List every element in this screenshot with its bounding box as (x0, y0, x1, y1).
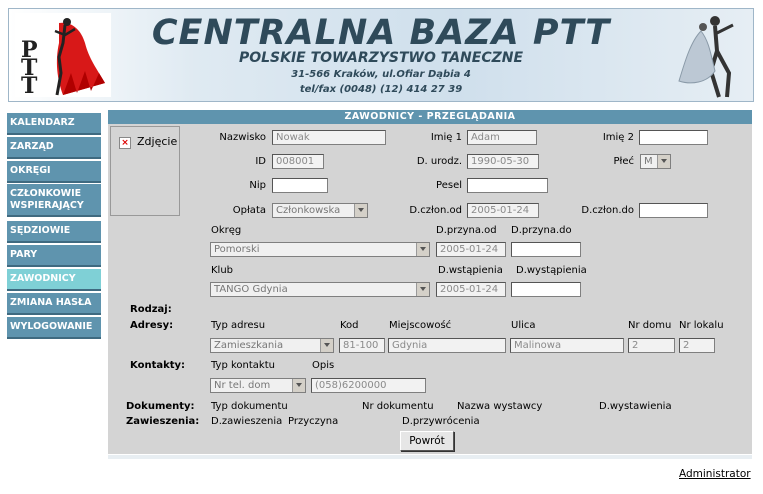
kontakty-label: Kontakty: (130, 360, 186, 371)
plec-label: Płeć (613, 156, 634, 167)
miejscowosc-field[interactable]: Gdynia (388, 338, 506, 353)
nazwisko-label: Nazwisko (219, 132, 266, 143)
nr-lokalu-field[interactable]: 2 (679, 338, 715, 353)
dokumenty-header-data: D.wystawienia (599, 401, 672, 412)
dprzynado-label: D.przyna.do (511, 225, 572, 236)
back-button[interactable]: Powrót (400, 431, 454, 451)
nip-field[interactable] (272, 178, 328, 193)
dprzynaod-label: D.przyna.od (436, 225, 497, 236)
plec-select[interactable]: M (640, 154, 671, 169)
dczlonod-field[interactable]: 2005-01-24 (467, 203, 539, 218)
zawieszenia-header-przyczyna: Przyczyna (288, 416, 339, 427)
okreg-label: Okręg (211, 225, 242, 236)
kontakty-header-typ: Typ kontaktu (211, 360, 275, 371)
dwystapienia-field[interactable] (511, 282, 581, 297)
adresy-header-ulica: Ulica (511, 320, 536, 331)
zawieszenia-header-przywrocenia: D.przywrócenia (402, 416, 480, 427)
chevron-down-icon (416, 283, 429, 296)
pesel-field[interactable] (467, 178, 548, 193)
oplata-label: Opłata (232, 205, 266, 216)
menu-item-zawodnicy[interactable]: ZAWODNICY (7, 269, 101, 291)
adresy-header-typ: Typ adresu (211, 320, 266, 331)
menu-item-pary[interactable]: PARY (7, 245, 101, 267)
dancers-icon (678, 16, 734, 98)
dokumenty-label: Dokumenty: (126, 401, 195, 412)
menu-item-wylogowanie[interactable]: WYLOGOWANIE (7, 317, 101, 339)
id-label: ID (255, 156, 266, 167)
dokumenty-header-wystawca: Nazwa wystawcy (457, 401, 543, 412)
dczlondo-field[interactable] (639, 203, 708, 218)
klub-select[interactable]: TANGO Gdynia (210, 282, 430, 297)
site-phone: tel/fax (0048) (12) 414 27 39 (299, 84, 463, 95)
pesel-label: Pesel (436, 180, 462, 191)
user-link[interactable]: Administrator (679, 468, 751, 480)
broken-image-icon: × (119, 137, 131, 149)
site-title: CENTRALNA BAZA PTT (151, 13, 611, 53)
imie1-label: Imię 1 (430, 132, 462, 143)
durodz-label: D. urodz. (416, 156, 462, 167)
adresy-header-nr-domu: Nr domu (628, 320, 672, 331)
rodzaj-label: Rodzaj: (130, 304, 172, 315)
menu-item-kalendarz[interactable]: KALENDARZ (7, 113, 101, 135)
dprzynaod-field[interactable]: 2005-01-24 (436, 242, 506, 257)
menu-item-okregi[interactable]: OKRĘGI (7, 161, 101, 183)
nazwisko-field[interactable]: Nowak (272, 130, 386, 145)
chevron-down-icon (354, 204, 367, 217)
menu-item-sedziowie[interactable]: SĘDZIOWIE (7, 221, 101, 243)
dokumenty-header-nr: Nr dokumentu (362, 401, 434, 412)
kod-field[interactable]: 81-100 (339, 338, 385, 353)
durodz-field[interactable]: 1990-05-30 (467, 154, 539, 169)
kontakty-header-opis: Opis (312, 360, 335, 371)
menu-item-zarzad[interactable]: ZARZĄD (7, 137, 101, 159)
zawieszenia-header-data: D.zawieszenia (211, 416, 283, 427)
photo-label: Zdjęcie (137, 135, 178, 148)
photo-box: × Zdjęcie (110, 126, 180, 216)
typ-adresu-select[interactable]: Zamieszkania (210, 338, 334, 353)
imie1-field[interactable]: Adam (467, 130, 537, 145)
chevron-down-icon (292, 379, 305, 392)
dprzynado-field[interactable] (511, 242, 581, 257)
menu-item-czlonkowie-wspierajacy[interactable]: CZŁONKOWIE WSPIERAJĄCY (7, 184, 101, 217)
chevron-down-icon (657, 155, 670, 168)
dwystapienia-label: D.wystąpienia (516, 265, 587, 276)
main-panel: ZAWODNICY - PRZEGLĄDANIA × Zdjęcie Nazwi… (108, 110, 752, 454)
ulica-field[interactable]: Malinowa (510, 338, 624, 353)
site-address: 31-566 Kraków, ul.Ofiar Dąbia 4 (291, 69, 471, 80)
chevron-down-icon (320, 339, 333, 352)
imie2-field[interactable] (639, 130, 708, 145)
okreg-select[interactable]: Pomorski (210, 242, 430, 257)
dczlonod-label: D.człon.od (409, 205, 462, 216)
adresy-header-kod: Kod (340, 320, 359, 331)
header-banner: P T T CENTRALNA BAZA PTT POLSKIE TOWARZY… (8, 8, 754, 102)
chevron-down-icon (416, 243, 429, 256)
zawieszenia-label: Zawieszenia: (126, 416, 200, 427)
dwstapienia-label: D.wstąpienia (438, 265, 503, 276)
dokumenty-header-typ: Typ dokumentu (211, 401, 288, 412)
adresy-label: Adresy: (130, 320, 174, 331)
oplata-select[interactable]: Członkowska (272, 203, 368, 218)
adresy-header-miejscowosc: Miejscowość (389, 320, 452, 331)
panel-bottom-divider (108, 455, 752, 459)
typ-kontaktu-select[interactable]: Nr tel. dom (210, 378, 306, 393)
adresy-header-nr-lokalu: Nr lokalu (679, 320, 724, 331)
opis-kontaktu-field[interactable]: (058)6200000 (311, 378, 426, 393)
dwstapienia-field[interactable]: 2005-01-24 (436, 282, 506, 297)
klub-label: Klub (211, 265, 234, 276)
site-subtitle: POLSKIE TOWARZYSTWO TANECZNE (238, 50, 524, 66)
nip-label: Nip (249, 180, 266, 191)
menu-item-zmiana-hasla[interactable]: ZMIANA HASŁA (7, 293, 101, 315)
imie2-label: Imię 2 (602, 132, 634, 143)
id-field[interactable]: 008001 (272, 154, 324, 169)
panel-title: ZAWODNICY - PRZEGLĄDANIA (108, 110, 752, 124)
dczlondo-label: D.człon.do (581, 205, 634, 216)
nr-domu-field[interactable]: 2 (628, 338, 675, 353)
